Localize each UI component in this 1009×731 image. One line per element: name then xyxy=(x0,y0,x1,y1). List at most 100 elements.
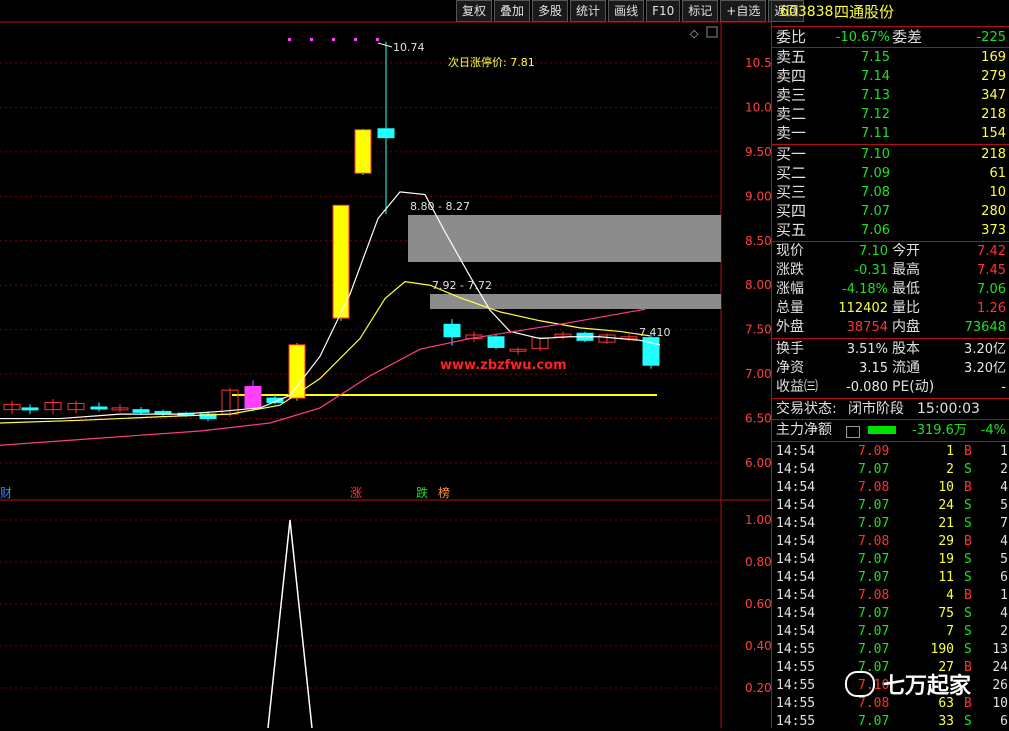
tick-time: 14:54 xyxy=(776,552,816,567)
bid-row: 买四 7.07 280 xyxy=(772,202,1009,221)
tick-row: 14:54 7.08 29 B 4 xyxy=(772,532,1009,551)
bid-price: 7.10 xyxy=(861,147,890,162)
event-marker[interactable]: 财 xyxy=(0,486,12,500)
last-price-label: 7.410 xyxy=(639,326,671,339)
ask-row: 卖五 7.15 169 xyxy=(772,48,1009,67)
tick-volume: 21 xyxy=(938,516,954,531)
stat-value: 3.15 xyxy=(859,361,888,376)
stat-value: 7.42 xyxy=(977,244,1006,259)
tick-time: 14:54 xyxy=(776,570,816,585)
bid-volume: 373 xyxy=(981,223,1006,238)
bid-row: 买一 7.10 218 xyxy=(772,145,1009,164)
stat-label: 内盘 xyxy=(892,319,920,335)
tick-row: 14:54 7.07 75 S 4 xyxy=(772,604,1009,623)
tick-price: 7.07 xyxy=(858,516,890,531)
kline-chart[interactable]: 10.50 10.00 9.50 9.00 8.50 8.00 7.50 7.00 6.50 6.… xyxy=(0,0,771,728)
tick-row: 14:54 7.08 10 B 4 xyxy=(772,478,1009,497)
bid-label: 买四 xyxy=(776,202,807,220)
bid-row: 买三 7.08 10 xyxy=(772,183,1009,202)
divider xyxy=(772,398,1009,399)
netflow-value: -319.6万 xyxy=(912,423,967,438)
tick-volume: 4 xyxy=(946,588,954,603)
stat-value: 3.51% xyxy=(846,342,888,357)
tick-price: 7.09 xyxy=(858,444,890,459)
tick-time: 14:55 xyxy=(776,642,816,657)
stat-value: 7.06 xyxy=(977,282,1006,297)
status-value: 闭市阶段 xyxy=(848,401,904,417)
gap-label: 7.92 - 7.72 xyxy=(432,279,492,292)
weicha-value: -225 xyxy=(976,30,1006,45)
indicator-tick: 0.80 xyxy=(745,555,771,569)
price-tick: 6.50 xyxy=(745,412,771,426)
ask-price: 7.12 xyxy=(861,107,890,122)
stat-value: 112402 xyxy=(838,301,888,316)
tick-side: S xyxy=(964,606,972,621)
stat-value: 3.20亿 xyxy=(964,361,1006,376)
netflow-row[interactable]: 主力净额 -319.6万 -4% xyxy=(772,421,1009,440)
weibi-row: 委比 -10.67% 委差 -225 xyxy=(772,28,1009,47)
netflow-bar xyxy=(868,426,896,434)
stat-label: 最低 xyxy=(892,281,920,297)
gap-zone xyxy=(408,215,721,262)
tick-time: 14:55 xyxy=(776,696,816,711)
stat-label: 股本 xyxy=(892,341,920,357)
bid-label: 买三 xyxy=(776,183,807,201)
tick-row: 14:54 7.07 2 S 2 xyxy=(772,460,1009,479)
stat-label: 现价 xyxy=(776,243,804,259)
tick-count: 6 xyxy=(1000,714,1008,729)
candle-body xyxy=(132,409,150,413)
ask-price: 7.13 xyxy=(861,88,890,103)
signal-dot xyxy=(310,38,313,41)
tick-time: 14:54 xyxy=(776,462,816,477)
tick-volume: 2 xyxy=(946,462,954,477)
wechat-watermark: 七万起家 xyxy=(845,668,971,700)
ask-volume: 347 xyxy=(981,88,1006,103)
tick-side: B xyxy=(964,444,972,459)
tick-row: 14:55 7.07 33 S 6 xyxy=(772,712,1009,731)
indicator-tick: 0.60 xyxy=(745,597,771,611)
stat-row: 换手 3.51% 股本 3.20亿 xyxy=(772,340,1009,359)
tick-row: 14:54 7.07 24 S 5 xyxy=(772,496,1009,515)
list-icon[interactable] xyxy=(846,426,860,438)
ask-row: 卖一 7.11 154 xyxy=(772,124,1009,143)
candle-body xyxy=(443,323,461,338)
stat-value: - xyxy=(1001,380,1006,395)
event-marker[interactable]: 涨 xyxy=(350,485,362,500)
tick-count: 5 xyxy=(1000,498,1008,513)
stat-value: 7.45 xyxy=(977,263,1006,278)
bid-row: 买五 7.06 373 xyxy=(772,221,1009,240)
price-tick: 8.50 xyxy=(745,234,771,248)
stat-value: -4.18% xyxy=(842,282,888,297)
tick-row: 14:54 7.07 7 S 2 xyxy=(772,622,1009,641)
diamond-icon[interactable]: ◇ xyxy=(690,27,699,40)
tick-time: 14:54 xyxy=(776,516,816,531)
site-watermark: www.zbzfwu.com xyxy=(440,358,567,373)
stat-value: 7.10 xyxy=(859,244,888,259)
event-marker[interactable]: 榜 xyxy=(438,485,450,500)
ask-row: 卖三 7.13 347 xyxy=(772,86,1009,105)
tick-volume: 33 xyxy=(938,714,954,729)
stat-row: 净资 3.15 流通 3.20亿 xyxy=(772,359,1009,378)
tick-time: 14:54 xyxy=(776,588,816,603)
ask-price: 7.11 xyxy=(861,126,890,141)
bid-volume: 280 xyxy=(981,204,1006,219)
stock-code: 603838 xyxy=(780,4,834,20)
divider xyxy=(772,338,1009,339)
tick-count: 2 xyxy=(1000,462,1008,477)
tick-row: 14:54 7.09 1 B 1 xyxy=(772,442,1009,461)
ask-volume: 169 xyxy=(981,50,1006,65)
event-marker[interactable]: 跌 xyxy=(416,485,428,500)
stat-row: 涨跌 -0.31 最高 7.45 xyxy=(772,261,1009,280)
tick-time: 14:54 xyxy=(776,444,816,459)
price-tick: 10.00 xyxy=(745,100,771,114)
price-tick: 9.00 xyxy=(745,189,771,203)
tick-count: 4 xyxy=(1000,534,1008,549)
tick-price: 7.07 xyxy=(858,552,890,567)
stat-label: 流通 xyxy=(892,360,920,376)
indicator-tick: 0.40 xyxy=(745,639,771,653)
bid-price: 7.08 xyxy=(861,185,890,200)
panel-toggle-icon[interactable] xyxy=(706,26,718,38)
signal-dot xyxy=(288,38,291,41)
stat-row: 外盘 38754 内盘 73648 xyxy=(772,318,1009,337)
tick-row: 14:54 7.07 19 S 5 xyxy=(772,550,1009,569)
